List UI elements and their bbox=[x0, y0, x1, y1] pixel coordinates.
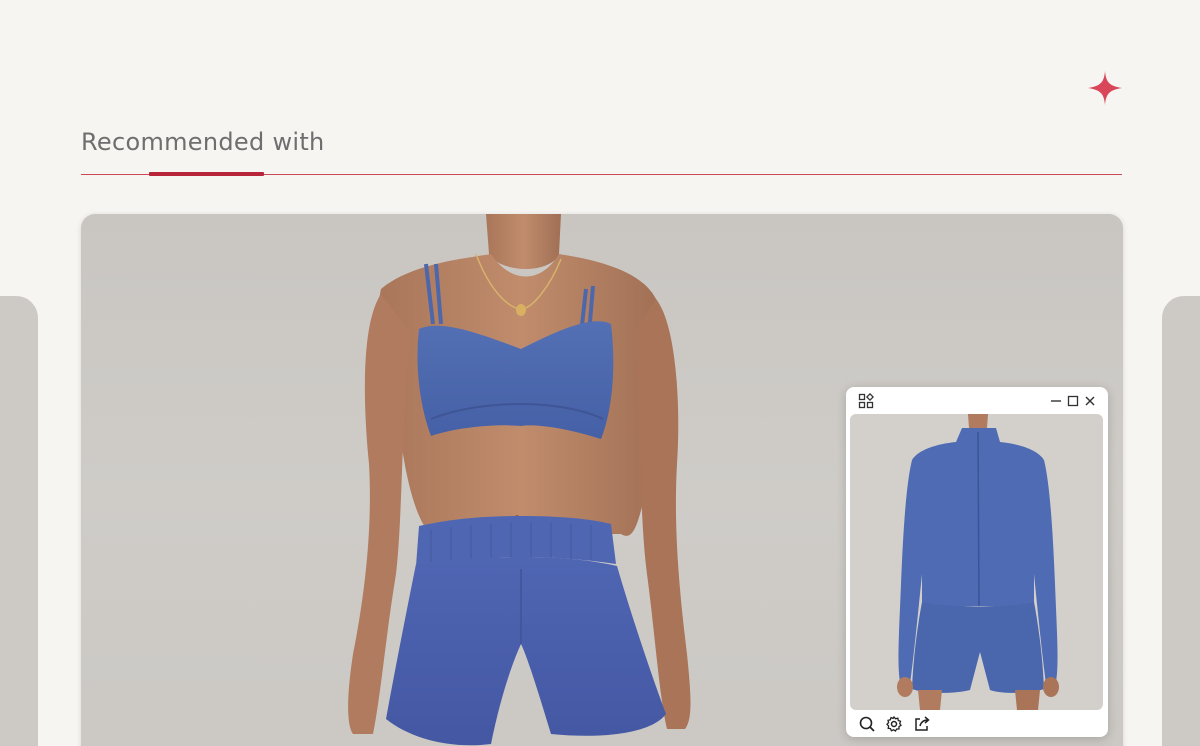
jacket-photo bbox=[897, 414, 1059, 710]
minimize-icon[interactable] bbox=[1048, 393, 1064, 409]
carousel-next-card[interactable] bbox=[1162, 296, 1200, 746]
share-icon[interactable] bbox=[913, 715, 931, 733]
mini-window-product-image[interactable] bbox=[850, 414, 1103, 710]
settings-icon[interactable] bbox=[885, 715, 903, 733]
mini-window-titlebar[interactable] bbox=[846, 387, 1108, 413]
title-accent-underline bbox=[149, 172, 264, 176]
close-icon[interactable] bbox=[1082, 393, 1098, 409]
carousel-prev-card[interactable] bbox=[0, 296, 38, 746]
mini-preview-window[interactable] bbox=[846, 387, 1108, 737]
page: Recommended with bbox=[0, 0, 1200, 746]
sparkle-icon bbox=[1088, 71, 1122, 105]
apps-grid-icon[interactable] bbox=[858, 393, 874, 409]
search-icon[interactable] bbox=[858, 715, 876, 733]
section-title: Recommended with bbox=[81, 128, 325, 156]
maximize-icon[interactable] bbox=[1065, 393, 1081, 409]
